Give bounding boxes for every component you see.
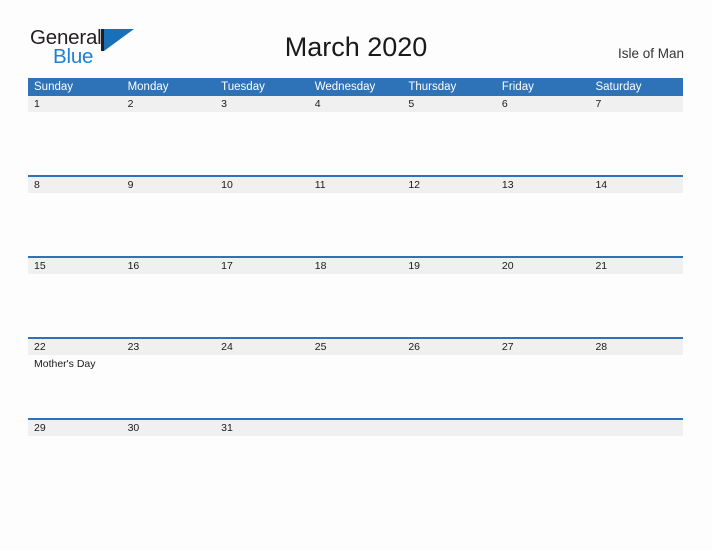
day-number[interactable]: 12 xyxy=(402,177,496,193)
week-event-band xyxy=(28,193,683,196)
day-events xyxy=(28,274,122,277)
calendar-week-row: 1 2 3 4 5 6 7 xyxy=(28,96,683,177)
day-events xyxy=(28,193,122,196)
day-number[interactable]: 19 xyxy=(402,258,496,274)
day-number[interactable]: 18 xyxy=(309,258,403,274)
weekday-header-row: Sunday Monday Tuesday Wednesday Thursday… xyxy=(28,78,683,96)
day-number[interactable]: 13 xyxy=(496,177,590,193)
week-date-band: 29 30 31 xyxy=(28,420,683,436)
day-events xyxy=(215,436,309,439)
weekday-header-wednesday: Wednesday xyxy=(314,81,376,93)
day-events xyxy=(402,355,496,371)
day-number[interactable]: 2 xyxy=(122,96,216,112)
week-date-band: 8 9 10 11 12 13 14 xyxy=(28,177,683,193)
day-number[interactable]: 14 xyxy=(589,177,683,193)
day-number[interactable]: 9 xyxy=(122,177,216,193)
day-events xyxy=(402,112,496,115)
day-events xyxy=(28,112,122,115)
day-events xyxy=(122,193,216,196)
locale-label: Isle of Man xyxy=(617,46,684,61)
day-number[interactable]: 5 xyxy=(402,96,496,112)
day-events xyxy=(122,355,216,371)
day-number[interactable]: 23 xyxy=(122,339,216,355)
calendar-grid: Sunday Monday Tuesday Wednesday Thursday… xyxy=(28,78,683,501)
page-title: March 2020 xyxy=(284,32,428,62)
day-events xyxy=(215,274,309,277)
day-number[interactable]: 30 xyxy=(122,420,216,436)
weekday-header-monday: Monday xyxy=(127,81,169,93)
day-events xyxy=(496,112,590,115)
day-number xyxy=(496,420,590,436)
calendar-page: General Blue March 2020 Isle of Man Sund… xyxy=(0,0,712,550)
day-events xyxy=(496,436,590,439)
day-events xyxy=(122,274,216,277)
week-event-band xyxy=(28,112,683,115)
day-events xyxy=(215,355,309,371)
page-header: General Blue March 2020 Isle of Man xyxy=(0,0,712,78)
day-number[interactable]: 16 xyxy=(122,258,216,274)
weekday-header-tuesday: Tuesday xyxy=(221,81,265,93)
day-number[interactable]: 28 xyxy=(589,339,683,355)
week-date-band: 15 16 17 18 19 20 21 xyxy=(28,258,683,274)
day-events xyxy=(309,355,403,371)
day-events xyxy=(496,274,590,277)
day-events xyxy=(402,436,496,439)
weekday-header-friday: Friday xyxy=(501,81,534,93)
day-events xyxy=(309,274,403,277)
day-number[interactable]: 15 xyxy=(28,258,122,274)
week-event-band: Mother's Day xyxy=(28,355,683,371)
day-number[interactable]: 27 xyxy=(496,339,590,355)
day-number[interactable]: 25 xyxy=(309,339,403,355)
day-events xyxy=(589,193,683,196)
week-event-band xyxy=(28,436,683,439)
day-number[interactable]: 6 xyxy=(496,96,590,112)
day-events xyxy=(402,193,496,196)
day-events xyxy=(589,274,683,277)
day-number xyxy=(309,420,403,436)
week-date-band: 1 2 3 4 5 6 7 xyxy=(28,96,683,112)
day-number[interactable]: 3 xyxy=(215,96,309,112)
day-events xyxy=(496,355,590,371)
day-events xyxy=(496,193,590,196)
day-events xyxy=(309,112,403,115)
day-number[interactable]: 10 xyxy=(215,177,309,193)
day-number[interactable]: 8 xyxy=(28,177,122,193)
day-events xyxy=(122,112,216,115)
weekday-header-saturday: Saturday xyxy=(595,81,642,93)
day-number[interactable]: 17 xyxy=(215,258,309,274)
day-number xyxy=(589,420,683,436)
day-number[interactable]: 20 xyxy=(496,258,590,274)
day-number[interactable]: 11 xyxy=(309,177,403,193)
weekday-header-thursday: Thursday xyxy=(408,81,457,93)
calendar-week-row: 8 9 10 11 12 13 14 xyxy=(28,177,683,258)
day-events xyxy=(309,436,403,439)
day-events xyxy=(589,355,683,371)
day-number[interactable]: 31 xyxy=(215,420,309,436)
day-events xyxy=(402,274,496,277)
calendar-week-row: 15 16 17 18 19 20 21 xyxy=(28,258,683,339)
day-events xyxy=(122,436,216,439)
day-number[interactable]: 7 xyxy=(589,96,683,112)
week-date-band: 22 23 24 25 26 27 28 xyxy=(28,339,683,355)
day-events xyxy=(589,112,683,115)
day-events xyxy=(589,436,683,439)
day-number[interactable]: 4 xyxy=(309,96,403,112)
day-number[interactable]: 22 xyxy=(28,339,122,355)
day-events xyxy=(309,193,403,196)
day-number[interactable]: 26 xyxy=(402,339,496,355)
day-number xyxy=(402,420,496,436)
day-events xyxy=(215,112,309,115)
calendar-week-row: 22 23 24 25 26 27 28 Mother's Day xyxy=(28,339,683,420)
week-event-band xyxy=(28,274,683,277)
day-events xyxy=(215,193,309,196)
weekday-header-sunday: Sunday xyxy=(34,81,74,93)
day-events xyxy=(28,436,122,439)
day-number[interactable]: 29 xyxy=(28,420,122,436)
day-number[interactable]: 24 xyxy=(215,339,309,355)
day-number[interactable]: 21 xyxy=(589,258,683,274)
day-number[interactable]: 1 xyxy=(28,96,122,112)
day-events: Mother's Day xyxy=(34,358,96,370)
calendar-week-row: 29 30 31 xyxy=(28,420,683,501)
